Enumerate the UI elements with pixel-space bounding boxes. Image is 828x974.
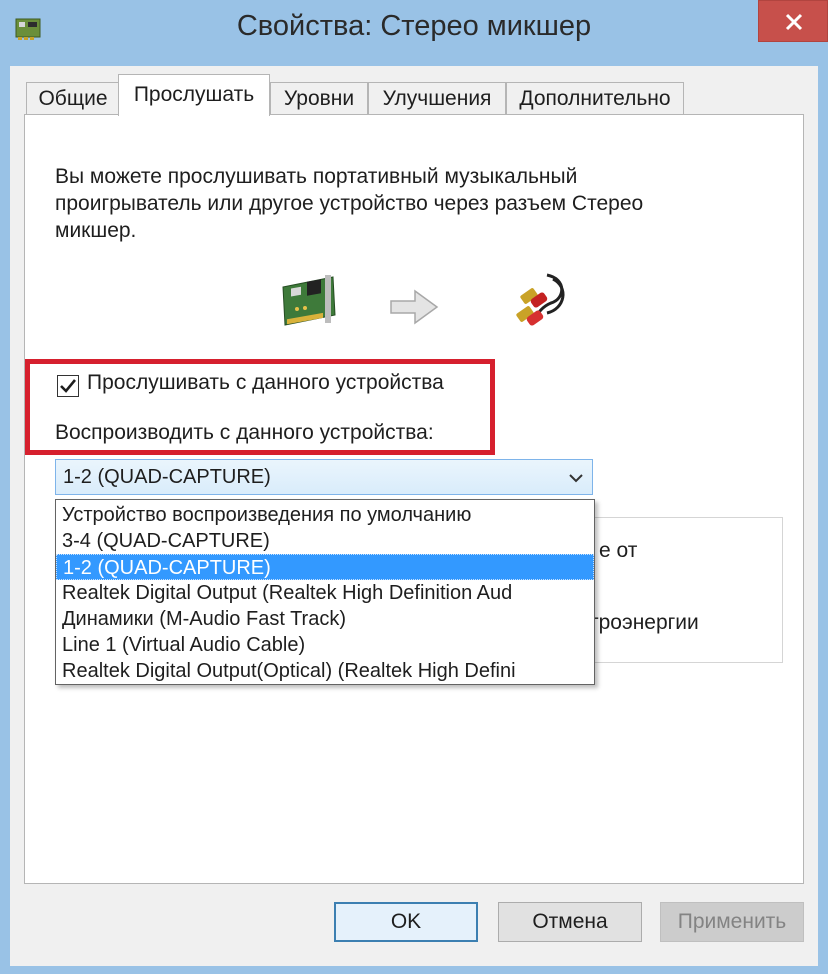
power-group-text-1: е от [599, 539, 638, 562]
dropdown-option[interactable]: Устройство воспроизведения по умолчанию [56, 502, 594, 528]
dropdown-option-selected[interactable]: 1-2 (QUAD-CAPTURE) [56, 554, 594, 580]
dropdown-option[interactable]: Динамики (M-Audio Fast Track) [56, 606, 594, 632]
checkmark-icon [60, 379, 77, 393]
listen-checkbox-label[interactable]: Прослушивать с данного устройства [87, 371, 444, 395]
dropdown-option[interactable]: Realtek Digital Output (Realtek High Def… [56, 580, 594, 606]
tab-general[interactable]: Общие [26, 82, 120, 114]
playback-device-dropdown-list: Устройство воспроизведения по умолчанию … [55, 499, 595, 685]
sound-card-icon [277, 273, 341, 336]
close-button[interactable] [758, 0, 828, 42]
audio-cable-icon [507, 269, 573, 340]
cancel-button[interactable]: Отмена [498, 902, 642, 942]
listen-description: Вы можете прослушивать портативный музык… [55, 165, 644, 242]
listen-tab-panel: Вы можете прослушивать портативный музык… [24, 114, 804, 884]
playback-device-label: Воспроизводить с данного устройства: [55, 421, 434, 444]
dropdown-option[interactable]: Realtek Digital Output(Optical) (Realtek… [56, 658, 594, 684]
window-title: Свойства: Стерео микшер [236, 10, 592, 42]
ok-button[interactable]: OK [334, 902, 478, 942]
dialog-client-area: Общие Прослушать Уровни Улучшения Дополн… [10, 66, 818, 966]
tab-listen[interactable]: Прослушать [118, 74, 270, 116]
close-icon [785, 13, 803, 31]
tab-enhancements[interactable]: Улучшения [368, 82, 506, 114]
properties-window: Свойства: Стерео микшер Общие Прослушать… [0, 0, 828, 974]
arrow-right-icon [389, 289, 439, 330]
dropdown-option[interactable]: Line 1 (Virtual Audio Cable) [56, 632, 594, 658]
apply-button[interactable]: Применить [660, 902, 804, 942]
power-group-text-2: троэнергии [589, 611, 699, 634]
playback-device-select[interactable]: 1-2 (QUAD-CAPTURE) [55, 459, 593, 495]
title-bar[interactable]: Свойства: Стерео микшер [0, 0, 828, 60]
tab-advanced[interactable]: Дополнительно [506, 82, 684, 114]
tab-levels[interactable]: Уровни [270, 82, 368, 114]
dropdown-option[interactable]: 3-4 (QUAD-CAPTURE) [56, 528, 594, 554]
playback-device-value: 1-2 (QUAD-CAPTURE) [63, 466, 271, 488]
listen-checkbox[interactable] [57, 375, 79, 397]
chevron-down-icon[interactable] [568, 471, 584, 489]
